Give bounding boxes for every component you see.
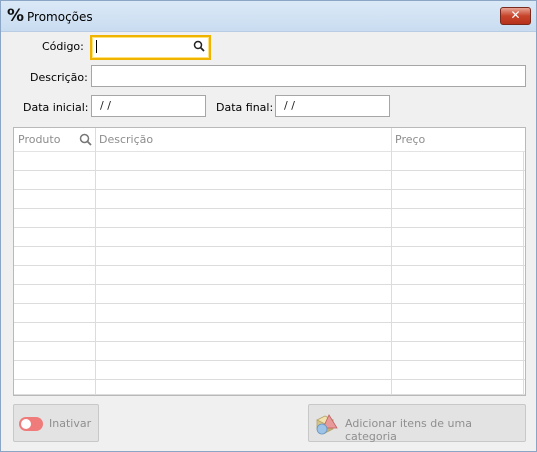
table-row[interactable]: [14, 152, 525, 171]
close-button[interactable]: ✕: [500, 7, 531, 25]
inativar-label: Inativar: [49, 417, 92, 430]
close-icon: ✕: [510, 8, 521, 22]
table-row[interactable]: [14, 247, 525, 266]
window-title: Promoções: [27, 10, 93, 24]
table-row[interactable]: [14, 361, 525, 380]
percent-icon: %: [7, 6, 25, 26]
grid-header: Produto Descrição Preço: [14, 128, 525, 152]
text-caret: [96, 40, 97, 53]
column-header-preco[interactable]: Preço: [395, 133, 425, 146]
table-row[interactable]: [14, 209, 525, 228]
descricao-label: Descrição:: [30, 71, 88, 84]
codigo-label: Código:: [42, 40, 84, 53]
title-bar: % Promoções ✕: [1, 1, 536, 32]
products-grid[interactable]: Produto Descrição Preço: [13, 127, 526, 396]
search-icon[interactable]: [79, 133, 92, 146]
column-header-descricao[interactable]: Descrição: [99, 133, 153, 146]
data-final-label: Data final:: [216, 101, 274, 114]
column-header-produto[interactable]: Produto: [18, 133, 60, 146]
adicionar-categoria-label: Adicionar itens de uma categoria: [345, 417, 472, 443]
search-icon[interactable]: [193, 40, 205, 52]
table-row[interactable]: [14, 304, 525, 323]
toggle-off-icon: [19, 417, 43, 431]
data-inicial-label: Data inicial:: [23, 101, 89, 114]
table-row[interactable]: [14, 285, 525, 304]
table-row[interactable]: [14, 171, 525, 190]
data-inicial-input[interactable]: / /: [91, 95, 206, 117]
codigo-input[interactable]: [90, 35, 211, 60]
table-row[interactable]: [14, 228, 525, 247]
inativar-button[interactable]: Inativar: [13, 404, 99, 442]
table-row[interactable]: [14, 190, 525, 209]
table-row[interactable]: [14, 323, 525, 342]
data-final-input[interactable]: / /: [275, 95, 390, 117]
category-shapes-icon: [316, 414, 338, 435]
table-row[interactable]: [14, 380, 525, 395]
table-row[interactable]: [14, 266, 525, 285]
promocoes-window: % Promoções ✕ Código: Descrição: Data in…: [0, 0, 537, 452]
adicionar-categoria-button[interactable]: Adicionar itens de uma categoria: [308, 404, 526, 443]
table-row[interactable]: [14, 342, 525, 361]
descricao-input[interactable]: [91, 65, 526, 87]
